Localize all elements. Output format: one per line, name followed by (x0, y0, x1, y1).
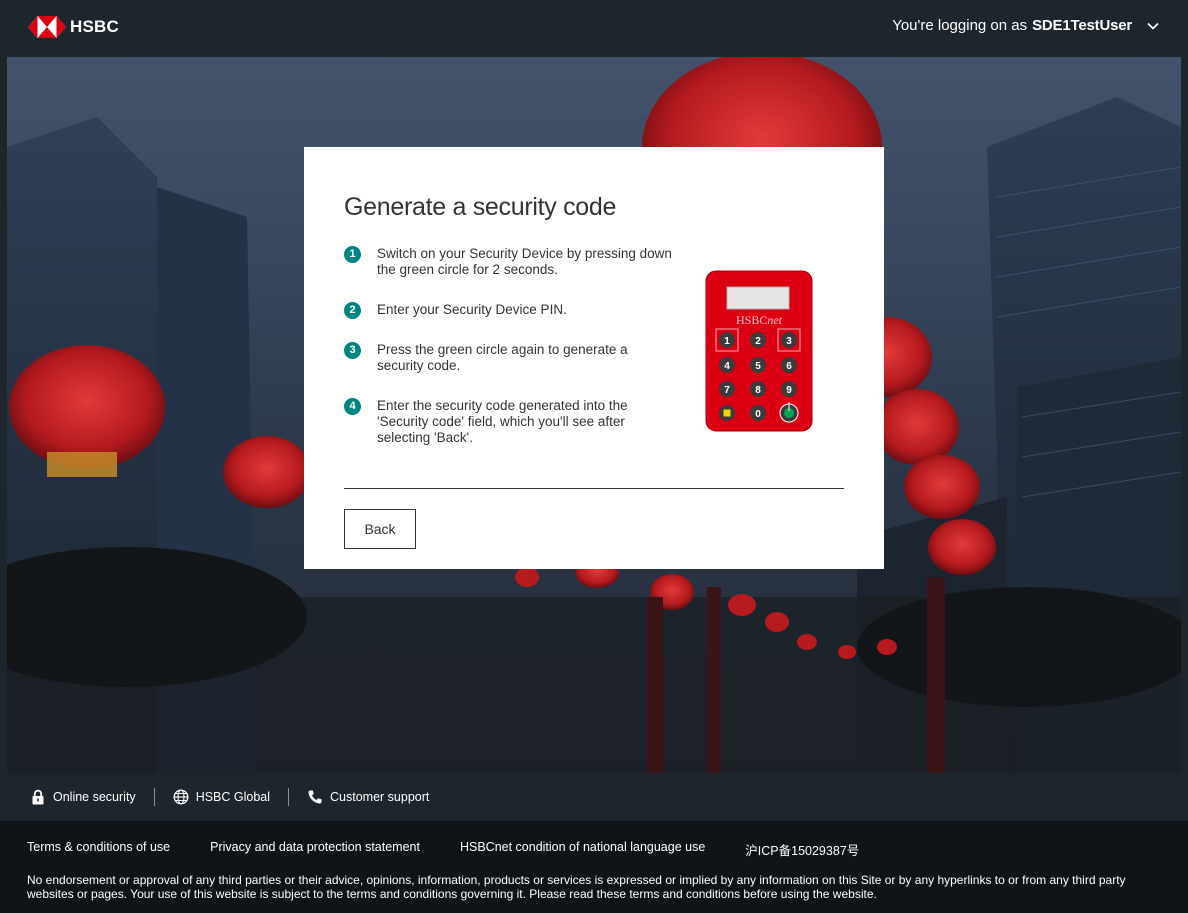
footer-quicklinks: Online security HSBC Global Customer sup… (0, 773, 1188, 821)
step-number: 1 (344, 246, 361, 263)
step-number: 2 (344, 302, 361, 319)
dialog-title: Generate a security code (344, 193, 617, 221)
brand-name: HSBC (70, 17, 119, 36)
hsbc-logo[interactable]: HSBC (28, 15, 119, 39)
globe-icon (173, 789, 189, 805)
legal-footer: Terms & conditions of use Privacy and da… (0, 821, 1188, 913)
step-text: Switch on your Security Device by pressi… (377, 246, 672, 277)
svg-text:5: 5 (755, 361, 761, 372)
step-number: 3 (344, 342, 361, 359)
device-brand: HSBCnet (736, 313, 783, 327)
svg-text:1: 1 (724, 336, 730, 347)
hsbc-global-link[interactable]: HSBC Global (173, 789, 270, 805)
legal-links: Terms & conditions of use Privacy and da… (27, 840, 899, 859)
svg-text:9: 9 (786, 385, 792, 396)
user-menu[interactable]: You're logging on as SDE1TestUser (892, 17, 1160, 34)
step-text: Enter the security code generated into t… (377, 398, 628, 445)
hsbc-global-label: HSBC Global (195, 790, 271, 804)
step-number: 4 (344, 398, 361, 415)
step-item: 1 Switch on your Security Device by pres… (344, 246, 674, 302)
customer-support-label: Customer support (330, 790, 430, 804)
svg-text:3: 3 (786, 336, 792, 347)
chevron-down-icon[interactable] (1146, 19, 1160, 33)
svg-text:2: 2 (755, 336, 761, 347)
icp-link[interactable]: 沪ICP备15029387号 (745, 840, 859, 859)
svg-text:0: 0 (755, 409, 761, 420)
privacy-link[interactable]: Privacy and data protection statement (210, 840, 420, 859)
svg-text:8: 8 (755, 385, 761, 396)
terms-link[interactable]: Terms & conditions of use (27, 840, 170, 859)
back-button[interactable]: Back (344, 509, 416, 549)
step-item: 2 Enter your Security Device PIN. (344, 302, 674, 342)
lock-icon (32, 789, 44, 805)
separator (288, 788, 290, 806)
step-text: Enter your Security Device PIN. (377, 302, 567, 317)
language-link[interactable]: HSBCnet condition of national language u… (460, 840, 705, 859)
step-item: 3 Press the green circle again to genera… (344, 342, 674, 398)
svg-text:4: 4 (724, 361, 730, 372)
svg-text:7: 7 (724, 385, 730, 396)
hsbc-hexagon-icon (28, 16, 66, 38)
disclaimer-text: No endorsement or approval of any third … (27, 873, 1126, 901)
login-prefix: You're logging on as (892, 17, 1028, 34)
username: SDE1TestUser (1032, 17, 1132, 34)
step-text: Press the green circle again to generate… (377, 342, 628, 373)
security-device-image: HSBCnet 1 2 3 4 5 6 7 8 9 0 (705, 270, 813, 432)
customer-support-link[interactable]: Customer support (307, 789, 429, 805)
header: HSBC You're logging on as SDE1TestUser (0, 0, 1188, 57)
online-security-link[interactable]: Online security (30, 789, 136, 805)
separator (153, 788, 155, 806)
step-item: 4 Enter the security code generated into… (344, 398, 674, 446)
phone-icon (308, 790, 322, 804)
steps-list: 1 Switch on your Security Device by pres… (344, 246, 674, 446)
online-security-label: Online security (53, 790, 136, 804)
dialog-divider (344, 488, 844, 489)
security-code-dialog: Generate a security code 1 Switch on you… (304, 147, 884, 569)
svg-text:6: 6 (786, 361, 792, 372)
